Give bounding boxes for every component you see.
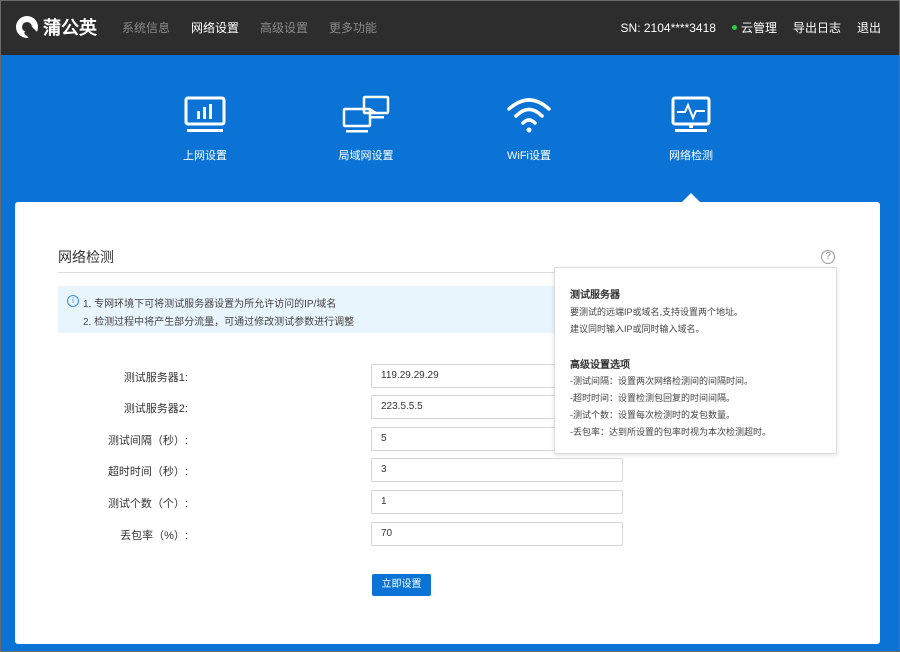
nav-advanced-settings[interactable]: 高级设置 xyxy=(260,19,308,36)
logout-link[interactable]: 退出 xyxy=(857,19,881,36)
nav-wifi-settings[interactable]: WiFi设置 xyxy=(479,95,579,163)
monitor-pulse-icon xyxy=(671,96,711,132)
form-row-loss-rate: 丢包率（%）: 70 xyxy=(15,522,715,546)
lan-computers-icon xyxy=(342,95,390,133)
timeout-input[interactable]: 3 xyxy=(371,458,623,482)
tooltip-text: -超时时间：设置检测包回复的时间间隔。 xyxy=(570,393,735,403)
monitor-chart-icon xyxy=(184,96,226,132)
help-icon[interactable]: ? xyxy=(821,250,835,264)
count-label: 测试个数（个）: xyxy=(107,498,188,510)
form-row-count: 测试个数（个）: 1 xyxy=(15,490,715,514)
active-tab-pointer xyxy=(682,193,700,202)
count-input[interactable]: 1 xyxy=(371,490,623,514)
nav-network-settings[interactable]: 网络设置 xyxy=(191,19,239,36)
form-row-timeout: 超时时间（秒）: 3 xyxy=(15,458,715,482)
nav-internet-settings[interactable]: 上网设置 xyxy=(155,95,255,163)
tooltip-text: 建议同时输入IP或同时输入域名。 xyxy=(570,324,705,334)
nav-more-features[interactable]: 更多功能 xyxy=(329,19,377,36)
nav-wifi-settings-label: WiFi设置 xyxy=(507,150,551,162)
info-line-1: 1. 专网环境下可将测试服务器设置为所允许访问的IP/域名 xyxy=(83,299,337,310)
top-header: 蒲公英 系统信息 网络设置 高级设置 更多功能 SN: 2104****3418… xyxy=(1,1,899,55)
timeout-label: 超时时间（秒）: xyxy=(107,466,188,478)
serial-number: SN: 2104****3418 xyxy=(620,20,716,35)
header-right: SN: 2104****3418 云管理 导出日志 退出 xyxy=(621,19,881,36)
top-nav: 系统信息 网络设置 高级设置 更多功能 xyxy=(122,19,398,36)
info-line-2: 2. 检测过程中将产生部分流量，可通过修改测试参数进行调整 xyxy=(83,317,355,328)
title-divider xyxy=(58,272,554,273)
interval-label: 测试间隔（秒）: xyxy=(107,435,188,447)
cloud-manage-link[interactable]: 云管理 xyxy=(731,19,777,36)
loss-rate-label: 丢包率（%）: xyxy=(120,530,188,542)
wifi-icon xyxy=(507,98,551,133)
nav-system-info[interactable]: 系统信息 xyxy=(122,19,170,36)
loss-rate-input[interactable]: 70 xyxy=(371,522,623,546)
info-box: i 1. 专网环境下可将测试服务器设置为所允许访问的IP/域名 2. 检测过程中… xyxy=(58,286,554,333)
server-1-label: 测试服务器1: xyxy=(123,372,188,384)
tooltip-text: -测试间隔：设置两次网络检测间的间隔时间。 xyxy=(570,376,753,386)
logo[interactable]: 蒲公英 xyxy=(16,14,97,40)
dandelion-logo-icon xyxy=(16,16,38,38)
tooltip-text: -丢包率：达到所设置的包率时视为本次检测超时。 xyxy=(570,427,771,437)
apply-button[interactable]: 立即设置 xyxy=(372,574,431,596)
nav-network-detection[interactable]: 网络检测 xyxy=(641,95,741,163)
nav-lan-settings[interactable]: 局域网设置 xyxy=(316,95,416,163)
cloud-manage-label: 云管理 xyxy=(740,21,777,35)
nav-lan-settings-label: 局域网设置 xyxy=(338,150,394,162)
tooltip-text: -测试个数：设置每次检测时的发包数量。 xyxy=(570,410,735,420)
logo-text: 蒲公英 xyxy=(43,18,97,38)
tooltip-heading-advanced: 高级设置选项 xyxy=(570,360,630,371)
tooltip-heading-server: 测试服务器 xyxy=(570,290,620,301)
export-log-link[interactable]: 导出日志 xyxy=(793,19,841,36)
info-icon: i xyxy=(67,295,79,307)
nav-network-detection-label: 网络检测 xyxy=(669,150,713,162)
status-dot-icon xyxy=(731,25,737,30)
help-tooltip: 测试服务器 要测试的远端IP或域名,支持设置两个地址。 建议同时输入IP或同时输… xyxy=(554,267,837,454)
server-2-label: 测试服务器2: xyxy=(123,403,188,415)
main-nav: 上网设置 局域网设置 WiFi设置 网络检测 xyxy=(1,55,899,201)
page-title: 网络检测 xyxy=(58,249,114,265)
nav-internet-settings-label: 上网设置 xyxy=(183,150,227,162)
tooltip-text: 要测试的远端IP或域名,支持设置两个地址。 xyxy=(570,307,744,317)
